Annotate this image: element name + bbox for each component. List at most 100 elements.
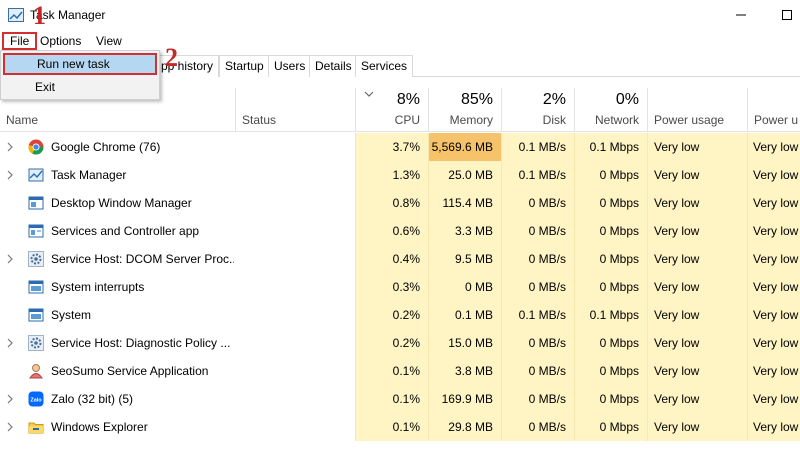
tab-services[interactable]: Services xyxy=(355,55,414,77)
process-network: 0 Mbps xyxy=(574,357,647,385)
process-status xyxy=(235,273,355,301)
expand-chevron-icon[interactable] xyxy=(6,245,20,273)
process-status xyxy=(235,413,355,441)
process-memory: 15.0 MB xyxy=(428,329,501,357)
column-status-label: Status xyxy=(242,113,277,127)
process-network: 0 Mbps xyxy=(574,273,647,301)
minimize-icon xyxy=(736,14,746,16)
tab-details[interactable]: Details xyxy=(309,55,358,77)
process-cpu: 0.8% xyxy=(355,189,428,217)
process-network: 0 Mbps xyxy=(574,217,647,245)
process-power-usage-trend: Very low xyxy=(747,217,800,245)
expand-chevron-icon[interactable] xyxy=(6,385,20,413)
column-status-header[interactable]: Status xyxy=(235,88,355,132)
process-row[interactable]: Task Manager 1.3% 25.0 MB 0.1 MB/s 0 Mbps Ver… xyxy=(0,161,800,189)
exit-menu-item[interactable]: Exit xyxy=(3,76,157,98)
process-name: SeoSumo Service Application xyxy=(51,364,209,378)
process-row[interactable]: Desktop Window Manager 0.8% 115.4 MB 0 MB/s… xyxy=(0,189,800,217)
expand-chevron-icon[interactable] xyxy=(6,133,20,161)
process-network: 0.1 Mbps xyxy=(574,301,647,329)
column-cpu-label: CPU xyxy=(394,113,420,127)
column-power-usage-trend-header[interactable]: Power u xyxy=(747,88,800,132)
process-power-usage-trend: Very low xyxy=(747,189,800,217)
process-network: 0 Mbps xyxy=(574,329,647,357)
process-row[interactable]: System 0.2% 0.1 MB 0.1 MB/s 0.1 Mbps Very low… xyxy=(0,301,800,329)
expand-chevron-icon[interactable] xyxy=(6,329,20,357)
expand-chevron-icon xyxy=(6,217,20,245)
tab-startup[interactable]: Startup xyxy=(219,55,270,77)
gear-icon xyxy=(28,251,44,267)
process-power-usage-trend: Very low xyxy=(747,245,800,273)
process-cpu: 0.2% xyxy=(355,301,428,329)
process-row[interactable]: Zalo Zalo (32 bit) (5) 0.1% 169.9 MB 0 MB/s 0… xyxy=(0,385,800,413)
memory-total-percent: 85% xyxy=(460,91,493,108)
expand-chevron-icon xyxy=(6,301,20,329)
process-network: 0 Mbps xyxy=(574,385,647,413)
column-disk-header[interactable]: 2% Disk xyxy=(501,88,574,132)
chrome-icon xyxy=(28,139,44,155)
process-network: 0.1 Mbps xyxy=(574,133,647,161)
process-name: System interrupts xyxy=(51,280,145,294)
column-network-header[interactable]: 0% Network xyxy=(574,88,647,132)
process-power-usage: Very low xyxy=(647,301,747,329)
process-memory: 169.9 MB xyxy=(428,385,501,413)
services-icon xyxy=(28,223,44,239)
process-status xyxy=(235,133,355,161)
minimize-button[interactable] xyxy=(718,0,764,30)
column-power-usage-trend-label: Power u xyxy=(754,113,799,127)
process-cpu: 0.2% xyxy=(355,329,428,357)
run-new-task-menu-item[interactable]: Run new task xyxy=(3,53,157,75)
process-name: Desktop Window Manager xyxy=(51,196,192,210)
title-bar: Task Manager xyxy=(0,0,800,30)
menu-options[interactable]: Options xyxy=(34,32,87,50)
process-memory: 25.0 MB xyxy=(428,161,501,189)
process-cpu: 0.1% xyxy=(355,357,428,385)
cpu-total-percent: 8% xyxy=(396,91,420,108)
process-status xyxy=(235,161,355,189)
column-cpu-header[interactable]: 8% CPU xyxy=(355,88,428,132)
task-manager-app-icon xyxy=(8,8,24,22)
process-row[interactable]: Windows Explorer 0.1% 29.8 MB 0 MB/s 0 Mbps V… xyxy=(0,413,800,441)
maximize-button[interactable] xyxy=(764,0,800,30)
expand-chevron-icon[interactable] xyxy=(6,161,20,189)
process-cpu: 0.4% xyxy=(355,245,428,273)
process-row[interactable]: Services and Controller app 0.6% 3.3 MB 0 M… xyxy=(0,217,800,245)
process-memory: 0 MB xyxy=(428,273,501,301)
tab-users[interactable]: Users xyxy=(268,55,312,77)
process-power-usage: Very low xyxy=(647,133,747,161)
expand-chevron-icon[interactable] xyxy=(6,413,20,441)
step-number-2: 2 xyxy=(165,43,178,72)
disk-total-percent: 2% xyxy=(542,91,566,108)
process-status xyxy=(235,385,355,413)
column-power-usage-header[interactable]: Power usage xyxy=(647,88,747,132)
process-power-usage-trend: Very low xyxy=(747,385,800,413)
process-disk: 0 MB/s xyxy=(501,357,574,385)
process-power-usage-trend: Very low xyxy=(747,133,800,161)
menu-view[interactable]: View xyxy=(90,32,128,50)
process-memory: 0.1 MB xyxy=(428,301,501,329)
expand-chevron-icon xyxy=(6,189,20,217)
menu-file[interactable]: File xyxy=(2,32,38,50)
column-memory-header[interactable]: 85% Memory xyxy=(428,88,501,132)
process-row[interactable]: Service Host: Diagnostic Policy ... 0.2% 1… xyxy=(0,329,800,357)
process-disk: 0 MB/s xyxy=(501,413,574,441)
process-cpu: 0.1% xyxy=(355,413,428,441)
task-manager-icon xyxy=(28,167,44,183)
file-menu-dropdown: Run new task Exit xyxy=(0,50,160,100)
process-disk: 0 MB/s xyxy=(501,329,574,357)
process-row[interactable]: Google Chrome (76) 3.7% 5,569.6 MB 0.1 MB/s… xyxy=(0,133,800,161)
process-power-usage-trend: Very low xyxy=(747,301,800,329)
dwm-icon xyxy=(28,195,44,211)
process-row[interactable]: Service Host: DCOM Server Proc... 0.4% 9.5… xyxy=(0,245,800,273)
process-cpu: 3.7% xyxy=(355,133,428,161)
process-row[interactable]: System interrupts 0.3% 0 MB 0 MB/s 0 Mbps Ver… xyxy=(0,273,800,301)
column-network-label: Network xyxy=(594,113,639,127)
process-disk: 0 MB/s xyxy=(501,385,574,413)
process-name: Service Host: DCOM Server Proc... xyxy=(51,252,234,266)
column-memory-label: Memory xyxy=(449,113,493,127)
process-row[interactable]: SeoSumo Service Application 0.1% 3.8 MB 0 M… xyxy=(0,357,800,385)
process-memory: 5,569.6 MB xyxy=(428,133,501,161)
process-status xyxy=(235,357,355,385)
process-power-usage: Very low xyxy=(647,217,747,245)
process-cpu: 0.1% xyxy=(355,385,428,413)
